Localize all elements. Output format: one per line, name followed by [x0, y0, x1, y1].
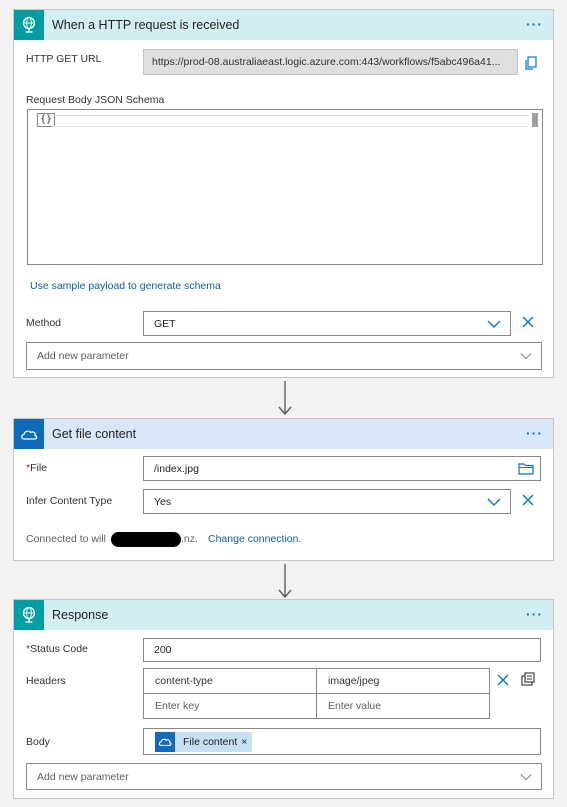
schema-label: Request Body JSON Schema: [26, 94, 165, 106]
flow-arrow-icon: [278, 564, 292, 599]
copy-icon[interactable]: [524, 56, 538, 70]
add-new-parameter-dropdown[interactable]: Add new parameter: [26, 763, 542, 790]
globe-request-icon: [14, 10, 44, 40]
status-code-label: *Status Code: [26, 643, 88, 655]
more-options-icon[interactable]: ···: [526, 17, 543, 31]
remove-header-icon[interactable]: [495, 672, 511, 688]
enter-value-placeholder: Enter value: [328, 700, 382, 712]
schema-scrollbar[interactable]: [531, 113, 539, 263]
schema-editor[interactable]: {}: [27, 109, 543, 265]
enter-key-placeholder: Enter key: [155, 700, 200, 712]
dynamic-content-token[interactable]: File content ×: [155, 731, 253, 752]
remove-token-icon[interactable]: ×: [241, 736, 252, 748]
onedrive-cloud-icon: [155, 731, 175, 752]
file-label: *File: [26, 462, 47, 474]
body-label: Body: [26, 736, 50, 748]
add-new-parameter-placeholder: Add new parameter: [37, 350, 129, 362]
response-card: Response ··· *Status Code 200 Headers co…: [13, 599, 554, 799]
http-trigger-header[interactable]: When a HTTP request is received ···: [14, 10, 553, 40]
current-line-highlight: [52, 115, 528, 127]
http-get-url-label: HTTP GET URL: [26, 53, 102, 65]
header-key-value: content-type: [155, 675, 213, 687]
infer-content-type-value: Yes: [154, 495, 172, 508]
body-input[interactable]: File content ×: [143, 728, 541, 755]
connected-to-suffix: .nz.: [181, 533, 198, 545]
header-value-value: image/jpeg: [328, 675, 380, 687]
file-value: /index.jpg: [154, 462, 199, 475]
response-header[interactable]: Response ···: [14, 600, 553, 630]
get-file-content-header[interactable]: Get file content ···: [14, 419, 553, 449]
remove-infer-icon[interactable]: [520, 492, 536, 508]
header-value-input[interactable]: Enter value: [316, 693, 490, 719]
card-title: Get file content: [52, 427, 137, 441]
chevron-down-icon: [487, 320, 501, 328]
http-get-url-value: https://prod-08.australiaeast.logic.azur…: [152, 56, 501, 68]
card-title: When a HTTP request is received: [52, 18, 240, 32]
sample-payload-link[interactable]: Use sample payload to generate schema: [30, 280, 221, 292]
http-trigger-card: When a HTTP request is received ··· HTTP…: [13, 9, 554, 378]
header-key-input[interactable]: Enter key: [143, 693, 317, 719]
add-new-parameter-dropdown[interactable]: Add new parameter: [26, 342, 542, 370]
chevron-down-icon: [520, 773, 532, 781]
header-key-input[interactable]: content-type: [143, 668, 317, 694]
header-value-input[interactable]: image/jpeg: [316, 668, 490, 694]
file-input[interactable]: /index.jpg: [143, 456, 541, 481]
token-label: File content: [183, 735, 238, 748]
status-code-label-text: Status Code: [30, 643, 88, 655]
change-connection-link[interactable]: Change connection.: [208, 533, 301, 545]
http-get-url-field[interactable]: https://prod-08.australiaeast.logic.azur…: [143, 49, 518, 75]
remove-method-icon[interactable]: [520, 314, 536, 330]
onedrive-cloud-icon: [14, 419, 44, 449]
get-file-content-card: Get file content ··· *File /index.jpg In…: [13, 418, 554, 561]
more-options-icon[interactable]: ···: [526, 607, 543, 621]
status-code-value: 200: [154, 644, 172, 656]
switch-to-text-mode-icon[interactable]: [520, 672, 536, 688]
card-title: Response: [52, 608, 109, 622]
connected-to-prefix: Connected to will: [26, 533, 106, 545]
headers-label: Headers: [26, 675, 66, 687]
file-label-text: File: [30, 462, 48, 474]
infer-content-type-label: Infer Content Type: [26, 495, 113, 507]
chevron-down-icon: [487, 498, 501, 506]
globe-request-icon: [14, 600, 44, 630]
more-options-icon[interactable]: ···: [526, 426, 543, 440]
chevron-down-icon: [520, 352, 532, 360]
method-dropdown[interactable]: GET: [143, 311, 511, 336]
folder-icon[interactable]: [518, 462, 534, 475]
status-code-input[interactable]: 200: [143, 638, 541, 662]
flow-arrow-icon: [278, 381, 292, 416]
infer-content-type-dropdown[interactable]: Yes: [143, 489, 511, 514]
add-new-parameter-placeholder: Add new parameter: [37, 770, 129, 783]
method-value: GET: [154, 317, 176, 330]
redaction-mark: [111, 532, 181, 547]
method-label: Method: [26, 317, 62, 329]
scrollbar-thumb[interactable]: [532, 113, 538, 127]
